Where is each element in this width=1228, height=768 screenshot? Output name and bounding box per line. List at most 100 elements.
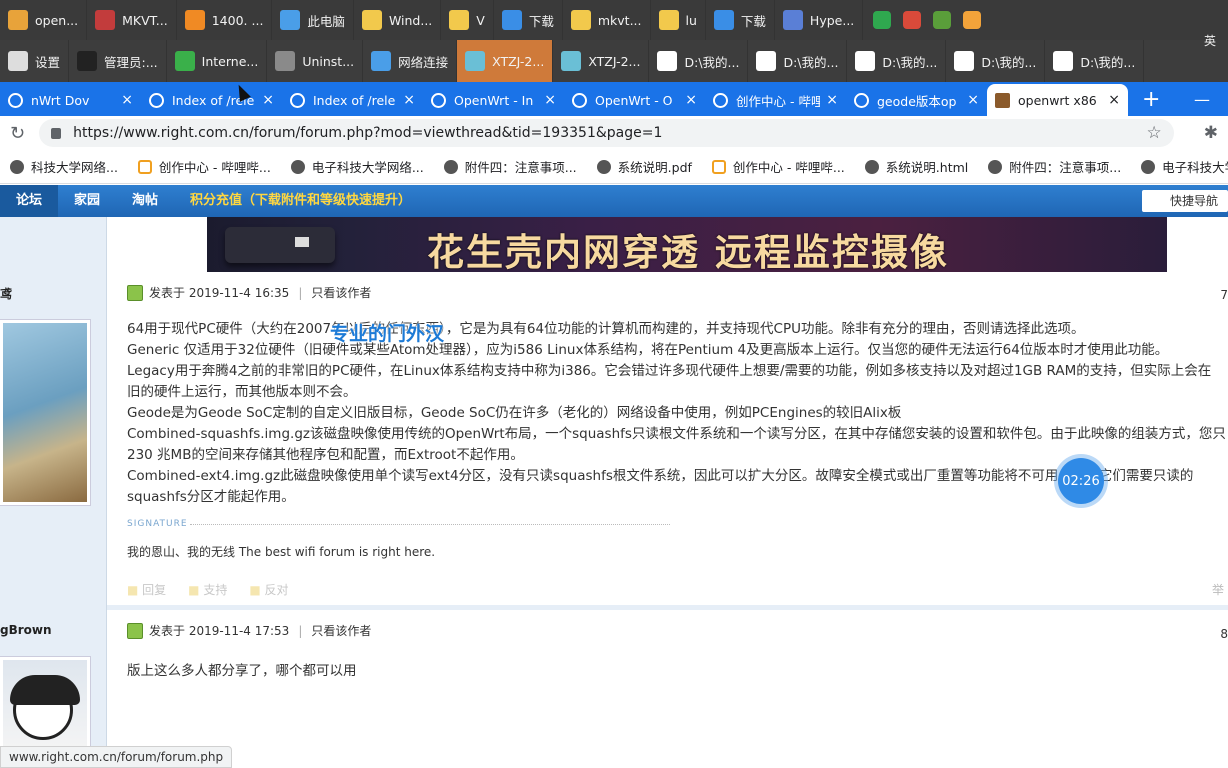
tray-icon[interactable] [933,11,952,29]
taskbar-button[interactable]: lu [651,0,706,40]
taskbar-button[interactable]: MKVT... [87,0,177,40]
ad-banner[interactable]: 花生壳内网穿透 远程监控摄像 [207,217,1167,272]
taskbar-button[interactable]: D:\我的... [649,40,749,82]
download-icon [713,10,734,30]
bookmark-label: 电子科技大学网络... [311,160,424,175]
bookmark-item[interactable]: 创作中心 - 哔哩哔... [702,157,855,176]
taskbar-button[interactable]: 网络连接 [363,40,458,82]
nav-forum[interactable]: 论坛 [0,185,59,217]
tab-close-icon[interactable]: × [967,92,979,108]
post1-only-author-link[interactable]: 只看该作者 [311,284,371,301]
browser-tab[interactable]: Index of /rele × [141,84,282,116]
status-url-bar: www.right.com.cn/forum/forum.php [0,746,233,768]
nav-collections[interactable]: 淘帖 [116,185,174,217]
taskbar-button[interactable]: XTZJ-2... [553,40,650,82]
omnibox[interactable]: https://www.right.com.cn/forum/forum.php… [39,119,1174,147]
bookmark-item[interactable]: 创作中心 - 哔哩哔... [128,157,281,176]
tray-icon[interactable] [873,11,892,29]
browser-tab[interactable]: 创作中心 - 哔哩 × [705,84,846,116]
taskbar-button[interactable]: 管理员:... [69,40,167,82]
tab-close-icon[interactable]: × [403,92,415,108]
taskbar-button[interactable]: Wind... [354,0,442,40]
tab-close-icon[interactable]: × [262,92,274,108]
meta-separator: | [298,285,303,300]
taskbar-button[interactable]: mkvt... [563,0,651,40]
post2-avatar[interactable] [0,657,90,757]
taskbar-button[interactable]: Interne... [167,40,268,82]
nav-home[interactable]: 家园 [58,185,116,217]
ime-indicator[interactable]: 英 [1204,32,1216,49]
post1-date: 发表于 2019-11-4 16:35 [149,286,290,300]
folder-icon [570,10,591,30]
taskbar-button-label: 下载 [740,13,766,29]
taskbar-button[interactable]: D:\我的... [748,40,848,82]
taskbar-button-label: Interne... [201,53,259,69]
reload-icon[interactable]: ↻ [0,123,39,144]
tab-close-icon[interactable]: × [685,92,697,108]
tab-close-icon[interactable]: × [826,92,838,108]
post1-avatar[interactable] [0,320,90,505]
browser-tab[interactable]: geode版本op × [846,84,987,116]
bookmark-star-icon[interactable]: ☆ [1147,123,1162,143]
taskbar-button[interactable]: 1400. ... [177,0,273,40]
taskbar-button-label: 下载 [528,13,554,29]
taskbar-button[interactable]: D:\我的... [1045,40,1145,82]
browser-tab[interactable]: OpenWrt - In × [423,84,564,116]
taskbar-button[interactable]: Hype... [775,0,864,40]
new-tab-button[interactable]: + [1128,87,1174,112]
post2-number[interactable]: 8 [1220,627,1228,641]
tray-icon[interactable] [963,11,982,29]
url-text[interactable]: https://www.right.com.cn/forum/forum.php… [73,125,1128,141]
globe-icon [290,159,305,174]
bookmark-item[interactable]: 系统说明.html [855,157,978,176]
bilibili-icon [137,159,152,174]
taskbar-button[interactable]: 下载 [494,0,563,40]
bookmark-item[interactable]: 科技大学网络... [0,157,128,176]
post1-author[interactable]: 鸢 [0,285,12,302]
taskbar-button[interactable]: 下载 [706,0,775,40]
taskbar-button-label: D:\我的... [882,54,938,70]
taskbar-button[interactable]: D:\我的... [847,40,947,82]
taskbar-button[interactable]: open... [0,0,88,40]
taskbar-button[interactable]: Uninst... [267,40,364,82]
post2-author[interactable]: gBrown [0,623,52,637]
oppose-button[interactable]: 反对 [249,581,289,598]
browser-tab[interactable]: OpenWrt - O × [564,84,705,116]
bookmark-item[interactable]: 附件四：注意事项... [978,157,1131,176]
quick-nav-button[interactable]: 快捷导航 [1141,190,1228,212]
bookmark-item[interactable]: 系统说明.pdf [587,157,702,176]
reply-button[interactable]: 回复 [127,581,166,598]
taskbar-button[interactable]: D:\我的... [946,40,1046,82]
minimize-icon[interactable]: — [1176,90,1228,109]
lock-icon[interactable] [51,127,62,139]
post-divider [107,605,1228,610]
tray-icon[interactable] [903,11,922,29]
tab-close-icon[interactable]: × [1108,92,1120,108]
taskbar-button[interactable]: V [441,0,494,40]
post1-line: Geode是为Geode SoC定制的自定义旧版目标，Geode SoC仍在许多… [127,405,902,421]
router-image [225,227,335,263]
gear-icon [8,51,28,71]
taskbar-button[interactable]: XTZJ-2... [457,40,554,82]
taskbar-button[interactable]: 设置 [0,40,70,82]
extensions-icon[interactable]: ✱ [1204,123,1218,143]
taskbar-button[interactable]: 此电脑 [272,0,354,40]
bookmark-item[interactable]: 电子科技大学网络... [281,157,434,176]
browser-tab[interactable]: nWrt Dov × [0,84,141,116]
support-button[interactable]: 支持 [188,581,227,598]
post1-number[interactable]: 7 [1220,288,1228,302]
tab-close-icon[interactable]: × [121,92,133,108]
folder-icon [658,10,679,30]
nav-recharge[interactable]: 积分充值（下载附件和等级快速提升） [174,185,427,217]
taskbar-button-label: D:\我的... [1080,54,1136,70]
post2-only-author-link[interactable]: 只看该作者 [311,622,371,639]
taskbar-button-label: D:\我的... [981,54,1037,70]
bookmark-item[interactable]: 电子科技大学网络... [1131,157,1228,176]
video-timer-badge[interactable]: 02:26 [1058,458,1104,504]
bookmark-item[interactable]: 附件四：注意事项... [434,157,587,176]
ie-icon [174,51,195,71]
report-link[interactable]: 举 [1212,581,1224,598]
tab-close-icon[interactable]: × [544,92,556,108]
browser-tab[interactable]: Index of /rele × [282,84,423,116]
browser-tab[interactable]: openwrt x86 × [987,84,1128,116]
